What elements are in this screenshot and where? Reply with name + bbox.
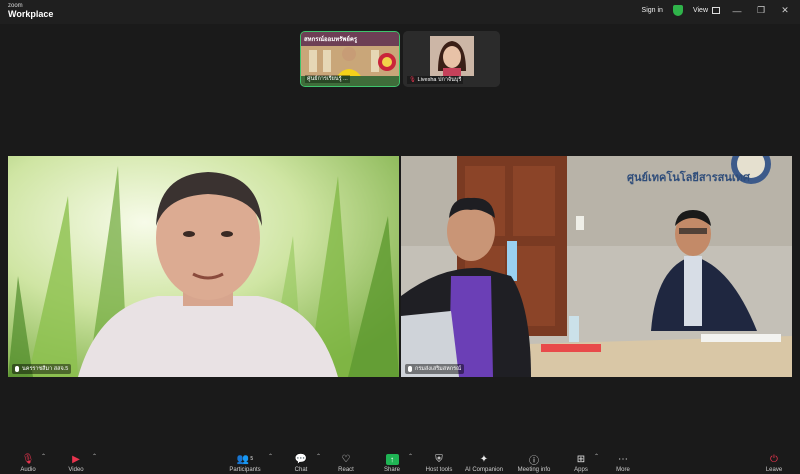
participants-label: Participants xyxy=(229,467,261,473)
participant-thumbnail[interactable]: สหกรณ์ออมทรัพย์ครู ศูนย์การเรียนรู้ ... xyxy=(300,31,400,87)
participant-name: ศูนย์การเรียนรู้ ... xyxy=(305,75,350,83)
chat-icon: 💬 xyxy=(294,453,308,465)
sparkle-icon: ✦ xyxy=(479,453,489,465)
audio-options-caret[interactable]: ⌃ xyxy=(41,453,46,460)
participant-video[interactable]: นครราชสีมา สสจ.5 xyxy=(8,156,399,377)
apps-options-caret[interactable]: ⌃ xyxy=(594,453,599,460)
chat-button[interactable]: 💬 Chat xyxy=(288,448,314,474)
video-options-caret[interactable]: ⌃ xyxy=(92,453,97,460)
apps-button[interactable]: ⊞ Apps xyxy=(568,448,594,474)
leave-icon: ⏻ xyxy=(770,453,778,465)
more-icon: ⋯ xyxy=(618,453,628,465)
video-off-icon: ▶ xyxy=(72,453,80,465)
react-label: React xyxy=(338,467,354,473)
grid-view-icon xyxy=(712,7,720,14)
leave-label: Leave xyxy=(765,467,783,473)
participants-options-caret[interactable]: ⌃ xyxy=(268,453,273,460)
thumbnail-sign-text: สหกรณ์ออมทรัพย์ครู xyxy=(304,37,358,43)
muted-mic-icon: 🎙 xyxy=(409,77,416,83)
muted-mic-icon: 🎙 xyxy=(21,453,35,465)
participant-name: 🎙 Livesha ปกาจันบุรี xyxy=(407,76,464,84)
participant-thumbnail[interactable]: 🎙 Livesha ปกาจันบุรี xyxy=(403,31,500,87)
video-button[interactable]: ▶ Video xyxy=(62,448,90,474)
more-label: More xyxy=(616,467,630,473)
participants-button[interactable]: 👥 5 Participants xyxy=(224,448,266,474)
share-screen-icon: ↑ xyxy=(385,454,399,465)
participant-name-text: Livesha ปกาจันบุรี xyxy=(417,77,462,83)
share-button[interactable]: ↑ Share xyxy=(378,448,406,474)
participant-name-text: กรมส่งเสริมสหกรณ์ xyxy=(415,366,462,372)
share-options-caret[interactable]: ⌃ xyxy=(408,453,413,460)
room-sign-text: ศูนย์เทคโนโลยีสารสนเทศ xyxy=(627,172,750,184)
heart-icon: ♡ xyxy=(341,453,351,465)
video-label: Video xyxy=(68,467,84,473)
share-label: Share xyxy=(383,467,400,473)
participants-count: 5 xyxy=(250,456,254,462)
close-icon[interactable]: ✕ xyxy=(778,5,792,16)
sign-in-button[interactable]: Sign in xyxy=(642,7,663,14)
apps-icon: ⊞ xyxy=(576,453,586,465)
meeting-stage: สหกรณ์ออมทรัพย์ครู ศูนย์การเรียนรู้ ... … xyxy=(0,24,800,448)
video-feed-room xyxy=(401,156,792,377)
restore-icon[interactable]: ❐ xyxy=(754,5,768,16)
meeting-toolbar: 🎙 Audio ⌃ ▶ Video ⌃ 👥 5 Participants ⌃ 💬 … xyxy=(0,448,800,474)
host-tools-label: Host tools xyxy=(425,467,453,473)
minimize-icon[interactable]: — xyxy=(730,6,744,16)
chat-options-caret[interactable]: ⌃ xyxy=(316,453,321,460)
info-icon: ⓘ xyxy=(529,455,539,467)
participant-name: กรมส่งเสริมสหกรณ์ xyxy=(405,364,465,374)
participant-video[interactable]: ศูนย์เทคโนโลยีสารสนเทศ กรมส่งเสริมสหกรณ์ xyxy=(401,156,792,377)
mic-icon xyxy=(408,366,412,372)
participants-icon: 👥 5 xyxy=(236,453,254,465)
mic-icon xyxy=(15,366,19,372)
meeting-info-button[interactable]: ⓘ Meeting info xyxy=(512,448,556,474)
ai-companion-label: AI Companion xyxy=(464,467,504,473)
shield-icon: ⛨ xyxy=(435,453,443,465)
apps-label: Apps xyxy=(574,467,588,473)
ai-companion-button[interactable]: ✦ AI Companion xyxy=(462,448,506,474)
zoom-logo: zoom Workplace xyxy=(8,3,53,19)
host-tools-button[interactable]: ⛨ Host tools xyxy=(420,448,458,474)
audio-label: Audio xyxy=(20,467,36,473)
chat-label: Chat xyxy=(294,467,308,473)
participant-name: นครราชสีมา สสจ.5 xyxy=(12,364,72,374)
audio-button[interactable]: 🎙 Audio xyxy=(14,448,42,474)
meeting-info-label: Meeting info xyxy=(517,467,551,473)
title-bar: zoom Workplace Sign in View — ❐ ✕ xyxy=(0,0,800,24)
video-feed-speaker xyxy=(8,156,399,377)
view-label: View xyxy=(692,7,708,14)
view-button[interactable]: View xyxy=(693,7,720,14)
leave-button[interactable]: ⏻ Leave xyxy=(760,448,788,474)
shield-icon[interactable] xyxy=(672,5,683,16)
brand-big-text: Workplace xyxy=(8,9,54,19)
more-button[interactable]: ⋯ More xyxy=(609,448,637,474)
participant-name-text: นครราชสีมา สสจ.5 xyxy=(22,366,69,372)
react-button[interactable]: ♡ React xyxy=(332,448,360,474)
